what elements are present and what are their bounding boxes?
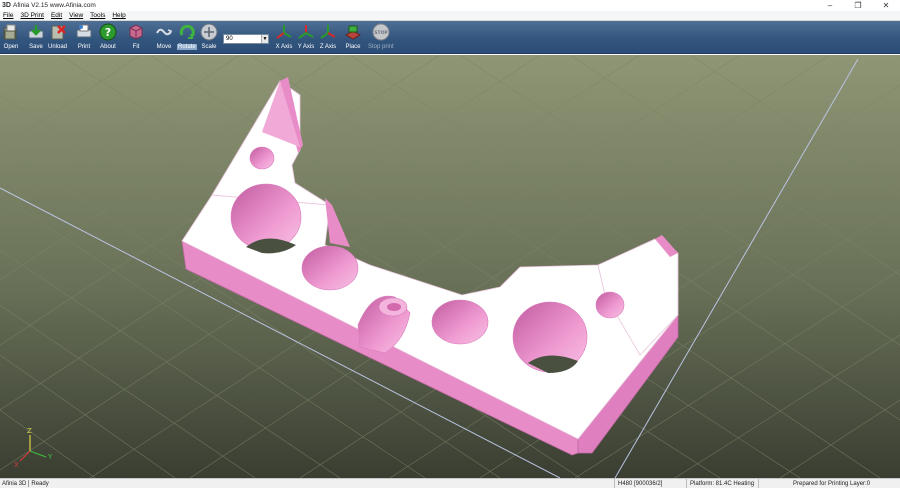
folder-open-icon bbox=[3, 24, 17, 40]
menu-view[interactable]: View bbox=[66, 12, 87, 19]
hole bbox=[249, 146, 275, 170]
restore-button[interactable]: ❐ bbox=[844, 0, 872, 11]
status-job: Prepared for Printing Layer:0 bbox=[758, 479, 900, 488]
z-axis-button[interactable]: Z Axis bbox=[319, 23, 337, 50]
viewport-background bbox=[0, 55, 900, 478]
save-button[interactable]: Save bbox=[27, 23, 45, 50]
fit-cube-icon bbox=[129, 24, 143, 40]
x-axis-button[interactable]: X Axis bbox=[275, 23, 293, 50]
status-bar: Afinia 3D Ready H480 [900036/2] Platform:… bbox=[0, 478, 900, 488]
axis-y-label: Y bbox=[47, 453, 53, 461]
save-icon bbox=[28, 25, 44, 39]
scale-button[interactable]: Scale bbox=[200, 23, 218, 50]
title-bar: 3D Afinia V2.15 www.Afinia.com – ❐ ✕ bbox=[0, 0, 900, 11]
chevron-down-icon[interactable]: ▼ bbox=[261, 35, 268, 43]
3d-scene[interactable]: Z Y X bbox=[0, 55, 900, 478]
toolbar: Open Save Unload Print ? About Fit Move … bbox=[0, 21, 900, 54]
window-controls: – ❐ ✕ bbox=[816, 0, 900, 11]
print-button[interactable]: Print bbox=[75, 23, 93, 50]
app-icon: 3D bbox=[2, 1, 11, 9]
move-button[interactable]: Move bbox=[155, 23, 173, 50]
y-axis-button[interactable]: Y Axis bbox=[297, 23, 315, 50]
3d-viewport[interactable]: Z Y X bbox=[0, 55, 900, 478]
x-axis-icon bbox=[276, 25, 292, 39]
hole bbox=[431, 299, 489, 345]
status-platform: Platform: 81.4C Heating bbox=[686, 479, 756, 488]
help-icon: ? bbox=[99, 23, 117, 41]
minimize-button[interactable]: – bbox=[816, 0, 844, 11]
axis-z-label: Z bbox=[27, 427, 32, 435]
stop-print-button[interactable]: STOP Stop print bbox=[368, 23, 394, 50]
menu-help[interactable]: Help bbox=[109, 12, 129, 19]
window-title: Afinia V2.15 www.Afinia.com bbox=[13, 2, 96, 9]
svg-text:STOP: STOP bbox=[374, 30, 388, 36]
stop-icon: STOP bbox=[372, 23, 390, 41]
close-button[interactable]: ✕ bbox=[872, 0, 900, 11]
menu-3d-print[interactable]: 3D Print bbox=[17, 12, 47, 19]
status-printer: H480 [900036/2] bbox=[614, 479, 684, 488]
status-app-name: Afinia 3D bbox=[2, 481, 27, 488]
rotation-angle-value: 90 bbox=[226, 36, 233, 42]
hole bbox=[301, 245, 359, 291]
svg-text:?: ? bbox=[105, 26, 111, 39]
move-icon bbox=[156, 28, 172, 36]
open-button[interactable]: Open bbox=[2, 23, 20, 50]
axis-x-label: X bbox=[14, 461, 19, 469]
rotation-angle-select[interactable]: 90 ▼ bbox=[223, 34, 269, 44]
printer-icon bbox=[76, 24, 92, 38]
menu-file[interactable]: File bbox=[0, 12, 17, 19]
hole bbox=[595, 291, 625, 319]
menu-bar: File 3D Print Edit View Tools Help bbox=[0, 11, 900, 21]
status-state: Ready bbox=[31, 481, 49, 488]
menu-edit[interactable]: Edit bbox=[48, 12, 66, 19]
rotate-icon bbox=[179, 24, 195, 39]
place-button[interactable]: Place bbox=[344, 23, 362, 50]
y-axis-icon bbox=[298, 25, 314, 39]
z-axis-icon bbox=[320, 25, 336, 39]
place-icon bbox=[344, 25, 362, 40]
about-button[interactable]: ? About bbox=[99, 23, 117, 50]
fit-button[interactable]: Fit bbox=[127, 23, 145, 50]
scale-icon bbox=[200, 23, 218, 41]
rotate-button[interactable]: Rotate bbox=[177, 23, 197, 50]
unload-icon bbox=[51, 25, 66, 40]
menu-tools[interactable]: Tools bbox=[87, 12, 109, 19]
unload-button[interactable]: Unload bbox=[48, 23, 67, 50]
